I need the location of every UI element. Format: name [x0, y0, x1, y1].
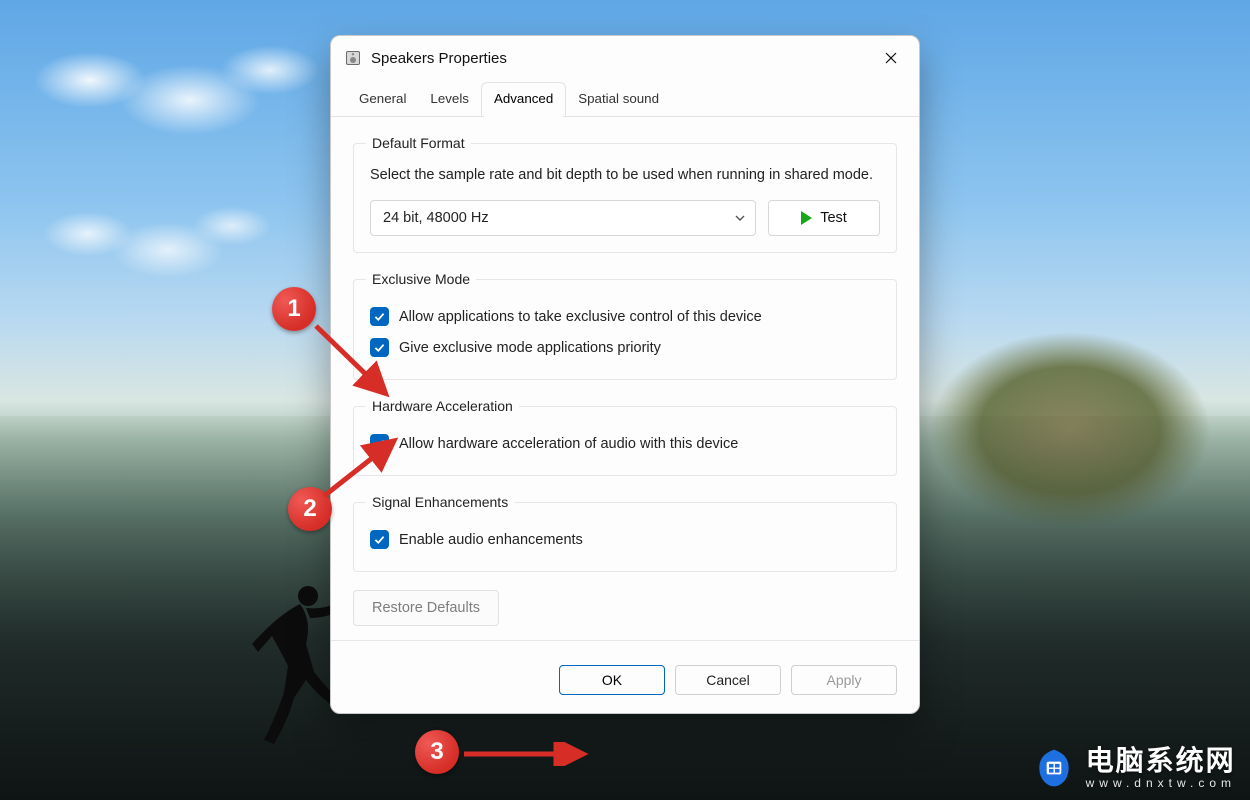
group-default-format: Default Format Select the sample rate an…	[353, 135, 897, 253]
watermark-url: www.dnxtw.com	[1086, 777, 1236, 790]
play-icon	[801, 211, 812, 225]
checkmark-icon	[373, 533, 386, 546]
checkbox-label: Enable audio enhancements	[399, 532, 583, 548]
dialog-titlebar: Speakers Properties	[331, 36, 919, 80]
footer-separator	[331, 640, 919, 641]
annotation-arrow-1	[310, 320, 400, 410]
sample-rate-value[interactable]: 24 bit, 48000 Hz	[370, 200, 756, 236]
checkbox-audio-enhancements[interactable]	[370, 530, 389, 549]
group-signal-enhancements: Signal Enhancements Enable audio enhance…	[353, 494, 897, 572]
annotation-callout-3: 3	[415, 730, 459, 774]
test-button[interactable]: Test	[768, 200, 880, 236]
watermark-logo-icon	[1032, 746, 1076, 790]
group-legend: Exclusive Mode	[366, 271, 476, 287]
watermark: 电脑系统网 www.dnxtw.com	[1032, 746, 1236, 790]
wallpaper-clouds	[30, 30, 330, 170]
watermark-title: 电脑系统网	[1086, 746, 1236, 775]
group-legend: Default Format	[366, 135, 471, 151]
annotation-arrow-3	[460, 742, 590, 766]
checkbox-label: Give exclusive mode applications priorit…	[399, 340, 661, 356]
tab-strip: General Levels Advanced Spatial sound	[331, 82, 919, 117]
group-hardware-acceleration: Hardware Acceleration Allow hardware acc…	[353, 398, 897, 476]
tab-spatial-sound[interactable]: Spatial sound	[566, 83, 671, 116]
dialog-footer: OK Cancel Apply	[331, 651, 919, 713]
ok-button[interactable]: OK	[559, 665, 665, 695]
sample-rate-combo[interactable]: 24 bit, 48000 Hz	[370, 200, 756, 236]
speaker-icon	[345, 50, 361, 66]
restore-defaults-button[interactable]: Restore Defaults	[353, 590, 499, 626]
dialog-body: Default Format Select the sample rate an…	[331, 117, 919, 651]
speakers-properties-dialog: Speakers Properties General Levels Advan…	[330, 35, 920, 714]
group-exclusive-mode: Exclusive Mode Allow applications to tak…	[353, 271, 897, 380]
apply-button[interactable]: Apply	[791, 665, 897, 695]
annotation-arrow-2	[318, 436, 408, 502]
close-button[interactable]	[869, 42, 913, 74]
cancel-button[interactable]: Cancel	[675, 665, 781, 695]
dialog-title: Speakers Properties	[371, 50, 507, 67]
checkbox-label: Allow applications to take exclusive con…	[399, 309, 762, 325]
test-button-label: Test	[820, 210, 847, 226]
tab-levels[interactable]: Levels	[418, 83, 481, 116]
tab-general[interactable]: General	[347, 83, 418, 116]
close-icon	[885, 52, 897, 64]
tab-advanced[interactable]: Advanced	[481, 82, 566, 116]
default-format-description: Select the sample rate and bit depth to …	[370, 165, 880, 186]
checkbox-label: Allow hardware acceleration of audio wit…	[399, 436, 738, 452]
wallpaper-clouds	[40, 194, 280, 306]
